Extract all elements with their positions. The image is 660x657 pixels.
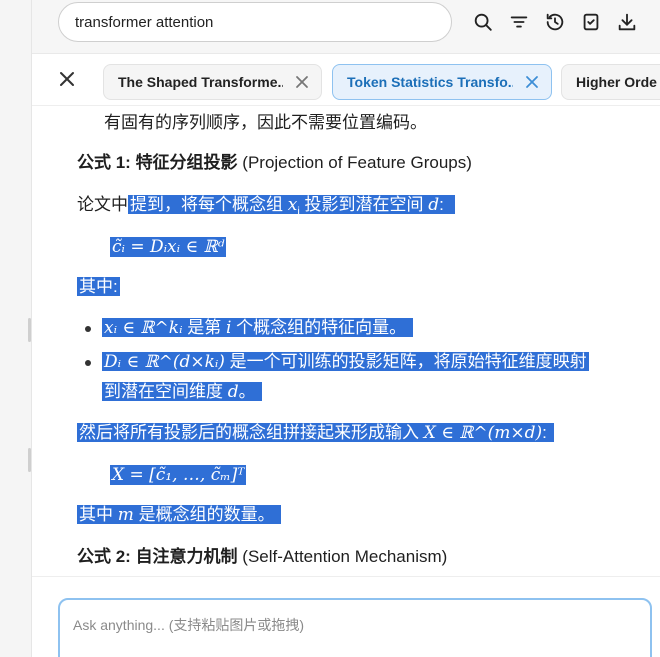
history-icon[interactable]	[540, 8, 570, 36]
paragraph-1: 论文中 提到，将每个概念组 xi 投影到潜在空间 d:	[77, 192, 456, 224]
tab-token-statistics[interactable]: Token Statistics Transfo...	[332, 64, 552, 100]
tab-higher-order[interactable]: Higher Orde	[561, 64, 660, 100]
math-var: m	[117, 505, 134, 525]
search-input[interactable]: transformer attention	[58, 2, 452, 42]
checklist-icon[interactable]	[576, 8, 606, 36]
paragraph-2: 然后将所有投影后的概念组拼接起来形成输入 X ∈ ℝ^(m×d):	[77, 420, 554, 446]
text: 其中	[79, 505, 118, 524]
text: 是一个可训练的投影矩阵，将原始特征维度映射	[224, 352, 587, 371]
close-tab-icon[interactable]	[295, 75, 309, 89]
math-expr: ∈ ℝ^(m×d)	[435, 423, 543, 443]
resize-handle-lower[interactable]	[28, 448, 31, 472]
search-icon[interactable]	[468, 8, 498, 36]
selected-text: xᵢ ∈ ℝ^kᵢ 是第 i 个概念组的特征向量。	[102, 318, 413, 338]
math-var: d	[428, 195, 440, 215]
selected-text: 到潜在空间维度 d。	[102, 382, 263, 402]
math-var: X	[423, 423, 436, 443]
math-expr: xᵢ ∈ ℝ^kᵢ	[104, 318, 183, 338]
text: 个概念组的特征向量。	[231, 318, 407, 337]
top-bar: transformer attention	[32, 0, 660, 54]
where-label: 其中:	[77, 274, 120, 300]
selected-text: 然后将所有投影后的概念组拼接起来形成输入 X ∈ ℝ^(m×d):	[77, 423, 554, 443]
math-var: d	[227, 382, 239, 402]
text: :	[439, 195, 444, 214]
resize-handle[interactable]	[28, 318, 31, 342]
paragraph-3: 其中 m 是概念组的数量。	[77, 502, 282, 528]
equation-2: X = [c̃₁, …, c̃ₘ]ᵀ	[110, 462, 247, 488]
math-var: x	[287, 195, 298, 215]
left-rail	[0, 0, 32, 657]
equation-text: c̃ᵢ = Dᵢxᵢ ∈ ℝᵈ	[110, 237, 227, 257]
text-line: 有固有的序列顺序，因此不需要位置编码。	[104, 113, 427, 132]
ask-placeholder: Ask anything... (支持粘贴图片或拖拽)	[73, 617, 305, 633]
ask-input[interactable]: Ask anything... (支持粘贴图片或拖拽)	[58, 598, 652, 657]
document-content: 有固有的序列顺序，因此不需要位置编码。 公式 1: 特征分组投影 (Projec…	[32, 106, 660, 576]
text: 是第	[182, 318, 226, 337]
text: 然后将所有投影后的概念组拼接起来形成输入	[79, 423, 424, 442]
heading-title: 特征分组投影	[135, 153, 238, 172]
text: :	[542, 423, 547, 442]
text: 投影到潜在空间	[299, 195, 429, 214]
bullet-item-continuation: 到潜在空间维度 d。	[102, 379, 263, 405]
text: 到潜在空间维度	[104, 382, 228, 401]
text: 论文中	[77, 195, 128, 214]
search-query[interactable]: transformer attention	[75, 14, 213, 31]
bullet-dot	[85, 326, 91, 332]
tab-shaped-transformer[interactable]: The Shaped Transforme...	[103, 64, 322, 100]
heading-prefix: 公式 1:	[77, 153, 136, 172]
bullet-item: Dᵢ ∈ ℝ^(d×kᵢ) 是一个可训练的投影矩阵，将原始特征维度映射	[102, 349, 589, 375]
heading-title: 自注意力机制	[135, 547, 238, 566]
close-panel-icon[interactable]	[54, 66, 80, 92]
tab-label: Token Statistics Transfo...	[347, 74, 513, 90]
text: 是概念组的数量。	[133, 505, 275, 524]
equation-1: c̃ᵢ = Dᵢxᵢ ∈ ℝᵈ	[110, 234, 227, 260]
selected-text: 提到，将每个概念组 xi 投影到潜在空间 d:	[128, 195, 456, 217]
heading-suffix: (Projection of Feature Groups)	[237, 153, 472, 172]
equation-text: X = [c̃₁, …, c̃ₘ]ᵀ	[110, 465, 247, 485]
formula-1-heading: 公式 1: 特征分组投影 (Projection of Feature Grou…	[77, 150, 472, 176]
formula-2-heading: 公式 2: 自注意力机制 (Self-Attention Mechanism)	[77, 544, 447, 570]
toolbar	[468, 8, 642, 36]
bullet-dot	[85, 360, 91, 366]
selected-text: Dᵢ ∈ ℝ^(d×kᵢ) 是一个可训练的投影矩阵，将原始特征维度映射	[102, 352, 589, 372]
text: 。	[238, 382, 256, 401]
text: 提到，将每个概念组	[130, 195, 288, 214]
text: 其中:	[77, 277, 120, 296]
filter-icon[interactable]	[504, 8, 534, 36]
heading-suffix: (Self-Attention Mechanism)	[237, 547, 448, 566]
selected-text: 其中 m 是概念组的数量。	[77, 505, 282, 525]
divider	[32, 576, 660, 577]
math-expr: Dᵢ ∈ ℝ^(d×kᵢ)	[104, 352, 225, 372]
tab-label: The Shaped Transforme...	[118, 74, 283, 90]
bullet-item: xᵢ ∈ ℝ^kᵢ 是第 i 个概念组的特征向量。	[102, 315, 413, 341]
heading-prefix: 公式 2:	[77, 547, 136, 566]
tab-bar: The Shaped Transforme... Token Statistic…	[32, 54, 660, 106]
tab-label: Higher Orde	[576, 74, 657, 90]
close-tab-icon[interactable]	[525, 75, 539, 89]
download-icon[interactable]	[612, 8, 642, 36]
